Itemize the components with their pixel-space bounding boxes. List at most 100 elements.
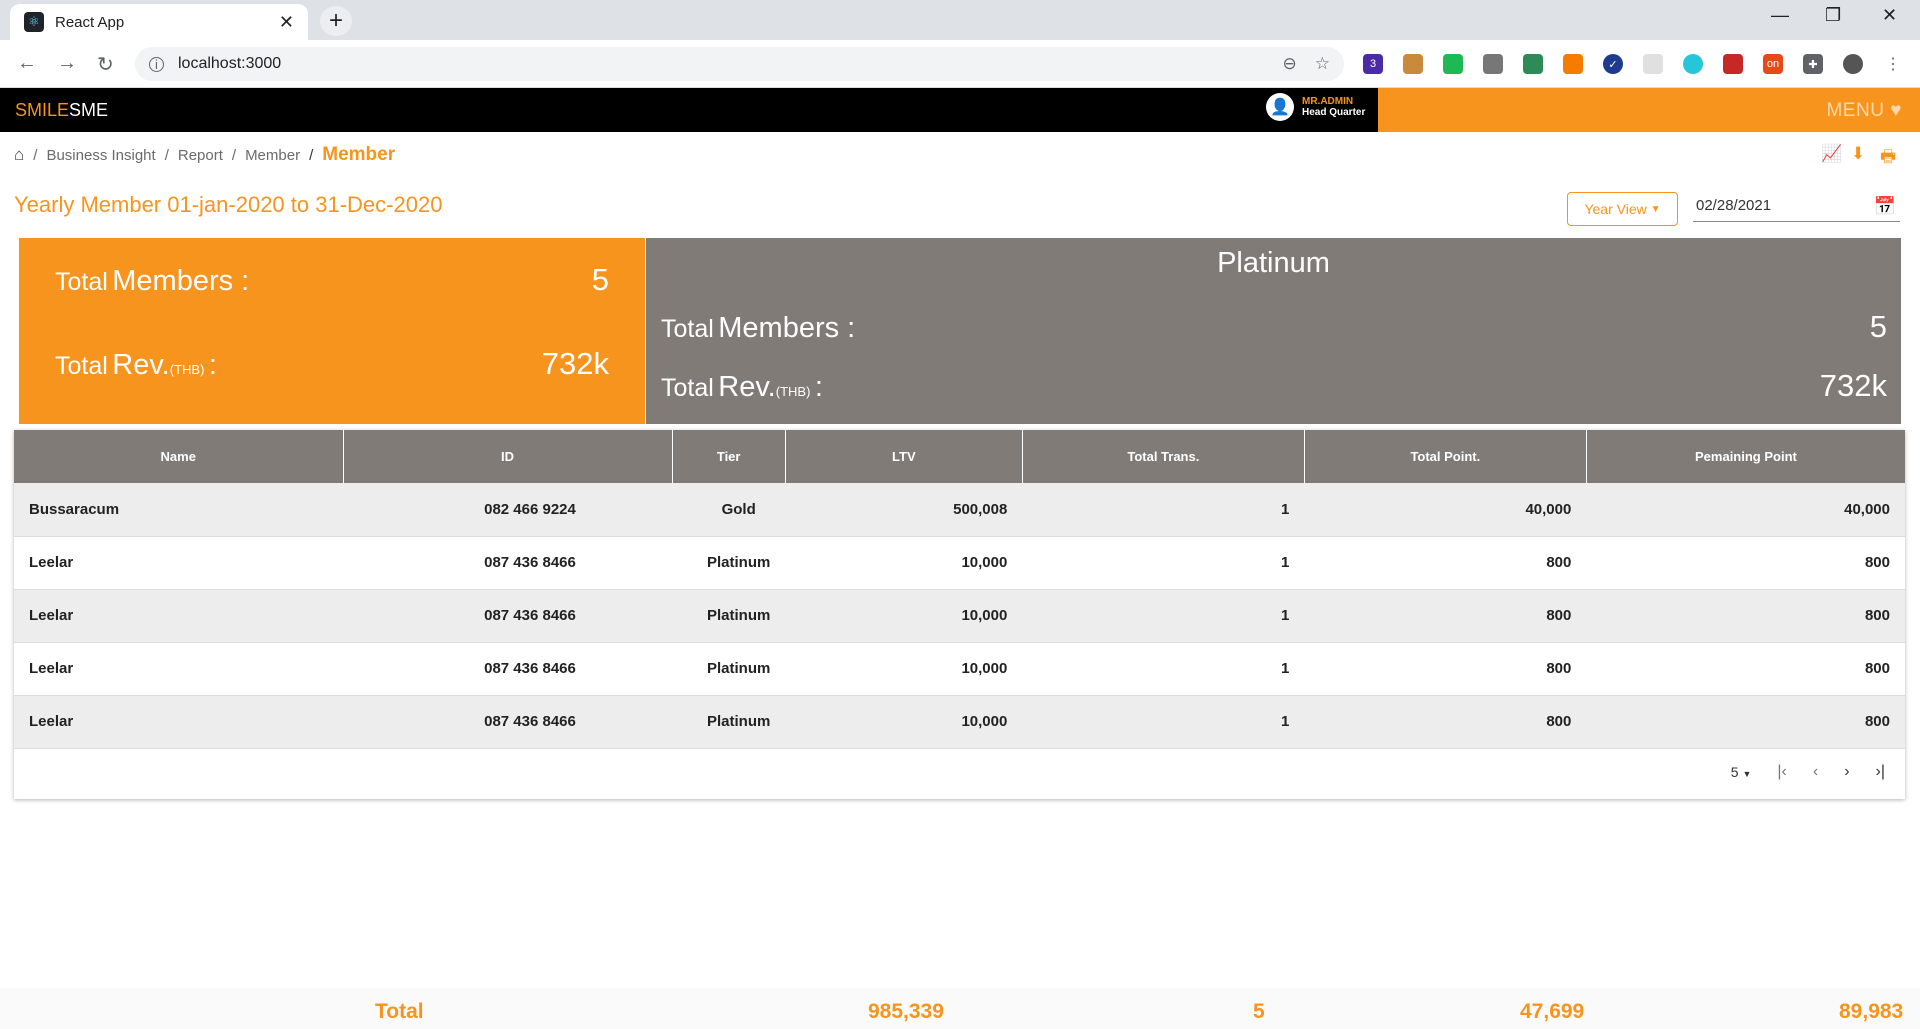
col-tier[interactable]: Tier [672, 430, 786, 483]
cell-id: 087 436 8466 [343, 589, 672, 643]
summary-all-members-row: Total Members : 5 [55, 262, 609, 298]
address-bar[interactable]: i localhost:3000 ⊖ ☆ [135, 47, 1344, 81]
col-remaining-point[interactable]: Pemaining Point [1586, 430, 1905, 483]
members-label: Total Members : [55, 265, 249, 298]
logo-part-sme: SME [69, 100, 109, 120]
user-branch: Head Quarter [1302, 107, 1366, 118]
members-text: Members : [112, 265, 250, 297]
browser-menu-icon[interactable]: ⋮ [1883, 54, 1903, 74]
zoom-icon[interactable]: ⊖ [1283, 54, 1297, 74]
thb-unit: (THB) [169, 362, 205, 377]
download-icon[interactable]: ⬇ [1851, 144, 1865, 164]
menu-button[interactable]: MENU ♥ [1826, 100, 1902, 122]
user-info[interactable]: 👤 MR.ADMIN Head Quarter [1266, 93, 1365, 121]
col-total-trans[interactable]: Total Trans. [1022, 430, 1305, 483]
minimize-icon[interactable]: — [1771, 5, 1789, 26]
table-row[interactable]: Bussaracum 082 466 9224 Gold 500,008 1 4… [14, 483, 1905, 537]
close-window-icon[interactable]: ✕ [1882, 5, 1897, 26]
app-logo[interactable]: SMILESME [15, 100, 108, 121]
new-tab-button[interactable]: + [320, 6, 352, 36]
reload-icon[interactable]: ↻ [97, 52, 114, 77]
col-ltv[interactable]: LTV [785, 430, 1023, 483]
breadcrumb-separator: / [309, 146, 314, 164]
back-icon[interactable]: ← [17, 52, 37, 75]
extension-orange-icon[interactable] [1563, 54, 1583, 74]
menu-bar: MENU ♥ [1378, 88, 1920, 132]
home-icon[interactable]: ⌂ [14, 145, 24, 165]
cell-remaining: 40,000 [1586, 483, 1905, 537]
last-page-icon[interactable]: ›| [1876, 763, 1885, 781]
print-icon[interactable]: 🖶 [1880, 144, 1896, 173]
totals-ltv: 985,339 [868, 1000, 944, 1023]
cell-name: Leelar [14, 589, 343, 643]
cell-ltv: 10,000 [785, 589, 1023, 643]
totals-trans: 5 [1253, 1000, 1265, 1023]
extensions-puzzle-icon[interactable]: ✚ [1803, 54, 1823, 74]
table-row[interactable]: Leelar 087 436 8466 Platinum 10,000 1 80… [14, 642, 1905, 696]
summary-platinum-rev-row: Total Rev.(THB) : 732k [661, 368, 1887, 404]
extension-tool-icon[interactable] [1403, 54, 1423, 74]
breadcrumb-current: Member [322, 144, 396, 165]
breadcrumb-member[interactable]: Member [245, 147, 300, 164]
extension-target-icon[interactable] [1683, 54, 1703, 74]
breadcrumb-report[interactable]: Report [178, 147, 223, 164]
bookmark-star-icon[interactable]: ☆ [1315, 54, 1330, 74]
cell-id: 087 436 8466 [343, 536, 672, 590]
next-page-icon[interactable]: › [1844, 763, 1849, 781]
cell-ltv: 10,000 [785, 642, 1023, 696]
profile-avatar-icon[interactable] [1843, 54, 1863, 74]
cell-tier: Platinum [672, 589, 786, 643]
chart-icon[interactable]: 📈 [1821, 144, 1842, 164]
extension-eyedropper-icon[interactable] [1483, 54, 1503, 74]
browser-tab[interactable]: ⚛ React App ✕ [10, 4, 308, 40]
thb-unit: (THB) [775, 384, 811, 399]
extension-color-icon[interactable] [1523, 54, 1543, 74]
extension-on-icon[interactable]: on [1763, 54, 1783, 74]
breadcrumb-business-insight[interactable]: Business Insight [46, 147, 155, 164]
extension-calendar-icon[interactable] [1643, 54, 1663, 74]
site-info-icon[interactable]: i [149, 56, 164, 72]
cell-name: Leelar [14, 642, 343, 696]
cell-ltv: 10,000 [785, 536, 1023, 590]
totals-bar [0, 988, 1920, 1029]
extension-green-icon[interactable] [1443, 54, 1463, 74]
year-view-dropdown[interactable]: Year View ▼ [1567, 192, 1678, 226]
table-row[interactable]: Leelar 087 436 8466 Platinum 10,000 1 80… [14, 536, 1905, 590]
col-total-point[interactable]: Total Point. [1304, 430, 1587, 483]
close-tab-icon[interactable]: ✕ [279, 12, 294, 33]
react-favicon-icon: ⚛ [24, 12, 44, 32]
rows-per-page-select[interactable]: 5 ▼ [1731, 764, 1752, 780]
caret-down-icon: ▼ [1742, 769, 1752, 779]
total-rev-value: 732k [541, 346, 609, 381]
col-id[interactable]: ID [343, 430, 673, 483]
cell-remaining: 800 [1586, 589, 1905, 643]
platinum-members-value: 5 [1869, 309, 1887, 344]
extension-cube-icon[interactable]: 3 [1363, 54, 1383, 74]
date-field[interactable]: 02/28/2021 📅 [1693, 194, 1900, 222]
calendar-icon[interactable]: 📅 [1874, 196, 1896, 217]
cell-points: 800 [1304, 642, 1587, 696]
year-view-label: Year View [1584, 201, 1647, 217]
extension-on-label: on [1766, 58, 1780, 70]
prev-page-icon[interactable]: ‹ [1813, 763, 1818, 781]
summary-platinum: Platinum Total Members : 5 Total Rev.(TH… [646, 238, 1901, 424]
cell-trans: 1 [1022, 536, 1305, 590]
page-title: Yearly Member 01-jan-2020 to 31-Dec-2020 [14, 192, 443, 217]
col-name[interactable]: Name [14, 430, 344, 483]
extension-red-icon[interactable] [1723, 54, 1743, 74]
cell-remaining: 800 [1586, 695, 1905, 749]
first-page-icon[interactable]: |‹ [1777, 763, 1786, 781]
table-row[interactable]: Leelar 087 436 8466 Platinum 10,000 1 80… [14, 589, 1905, 643]
cell-name: Leelar [14, 695, 343, 749]
table-row[interactable]: Leelar 087 436 8466 Platinum 10,000 1 80… [14, 695, 1905, 749]
rev-text: Rev. [718, 371, 776, 403]
cell-tier: Platinum [672, 536, 786, 590]
forward-icon[interactable]: → [57, 52, 77, 75]
cell-tier: Gold [672, 483, 786, 537]
members-label: Total Members : [661, 312, 855, 345]
extension-check-icon[interactable]: ✓ [1603, 54, 1623, 74]
heart-icon: ♥ [1890, 100, 1902, 121]
total-label: Total [661, 315, 714, 343]
restore-icon[interactable]: ❐ [1825, 5, 1841, 26]
totals-points: 47,699 [1520, 1000, 1585, 1023]
